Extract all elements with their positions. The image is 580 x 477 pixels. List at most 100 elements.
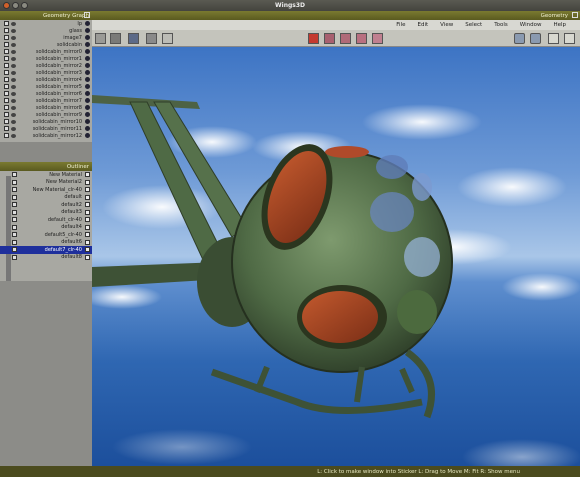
menu-item[interactable]: Select [465,22,482,28]
lock-icon[interactable] [85,49,90,54]
grid-icon[interactable] [162,33,173,44]
geometry-graph-header[interactable]: Geometry Graph [0,11,92,20]
material-list-item[interactable]: default6 [0,239,92,247]
object-list-item[interactable]: solidcabin_mirror7 [0,97,92,104]
lock-icon[interactable] [85,91,90,96]
visibility-checkbox[interactable] [4,70,9,75]
object-list-item[interactable]: solidcabin_mirror12 [0,132,92,139]
eye-icon[interactable] [11,133,16,138]
object-list-item[interactable]: Ip [0,20,92,27]
material-swatch-icon[interactable] [85,217,90,223]
lock-icon[interactable] [85,35,90,40]
visibility-checkbox[interactable] [4,91,9,96]
lock-icon[interactable] [85,84,90,89]
outliner-header[interactable]: Outliner [0,162,92,171]
eye-icon[interactable] [11,77,16,82]
visibility-checkbox[interactable] [4,105,9,110]
lock-icon[interactable] [85,56,90,61]
back-arrow-icon[interactable] [514,33,525,44]
object-list-item[interactable]: solidcabin_mirror0 [0,48,92,55]
3d-viewport[interactable] [92,47,580,466]
face-mode-icon[interactable] [128,33,139,44]
material-checkbox[interactable] [12,194,17,200]
visibility-checkbox[interactable] [4,35,9,40]
eye-icon[interactable] [11,105,16,110]
material-checkbox[interactable] [12,209,17,215]
material-list-item[interactable]: New Material_clr-40 [0,186,92,194]
object-list-item[interactable]: solidcabin_mirror2 [0,62,92,69]
material-swatch-icon[interactable] [85,247,90,253]
material-list-item[interactable]: default7_clr-40 [0,246,92,254]
lock-icon[interactable] [85,70,90,75]
eye-icon[interactable] [11,21,16,26]
material-swatch-icon[interactable] [85,172,90,178]
visibility-checkbox[interactable] [4,28,9,33]
close-window-button[interactable] [3,2,10,9]
eye-icon[interactable] [11,119,16,124]
object-list-item[interactable]: solidcabin_mirror1 [0,55,92,62]
menu-item[interactable]: Tools [494,22,508,28]
object-list-item[interactable]: image7 [0,34,92,41]
shaded-cube-icon[interactable] [356,33,367,44]
lock-icon[interactable] [85,112,90,117]
close-window-icon[interactable] [572,12,578,18]
open-file-icon[interactable] [564,33,575,44]
visibility-checkbox[interactable] [4,119,9,124]
object-list-item[interactable]: solidcabin_mirror5 [0,83,92,90]
material-checkbox[interactable] [12,224,17,230]
material-swatch-icon[interactable] [85,239,90,245]
visibility-checkbox[interactable] [4,63,9,68]
menu-item[interactable]: Window [520,22,542,28]
material-swatch-icon[interactable] [85,202,90,208]
eye-icon[interactable] [11,112,16,117]
material-list-item[interactable]: default3 [0,209,92,217]
object-list-item[interactable]: glass [0,27,92,34]
material-checkbox[interactable] [12,172,17,178]
material-swatch-icon[interactable] [85,187,90,193]
material-swatch-icon[interactable] [85,224,90,230]
menu-item[interactable]: File [396,22,405,28]
visibility-checkbox[interactable] [4,21,9,26]
material-checkbox[interactable] [12,232,17,238]
lock-icon[interactable] [85,133,90,138]
object-list-item[interactable]: solidcabin_mirror3 [0,69,92,76]
object-list-item[interactable]: solidcabin_mirror9 [0,111,92,118]
eye-icon[interactable] [11,63,16,68]
lock-icon[interactable] [85,63,90,68]
eye-icon[interactable] [11,49,16,54]
material-checkbox[interactable] [12,202,17,208]
body-mode-icon[interactable] [146,33,157,44]
lock-icon[interactable] [85,105,90,110]
wireframe-cube-icon[interactable] [324,33,335,44]
eye-icon[interactable] [11,28,16,33]
material-checkbox[interactable] [12,217,17,223]
eye-icon[interactable] [11,35,16,40]
geometry-window-header[interactable]: Geometry [92,11,580,20]
visibility-checkbox[interactable] [4,98,9,103]
visibility-checkbox[interactable] [4,77,9,82]
eye-icon[interactable] [11,98,16,103]
close-panel-icon[interactable] [84,12,90,18]
eye-icon[interactable] [11,56,16,61]
material-list-item[interactable]: default [0,194,92,202]
material-checkbox[interactable] [12,247,17,253]
visibility-checkbox[interactable] [4,133,9,138]
object-list-item[interactable]: solidcabin_mirror6 [0,90,92,97]
visibility-checkbox[interactable] [4,126,9,131]
visibility-checkbox[interactable] [4,84,9,89]
material-list-item[interactable]: New Material2 [0,179,92,187]
object-list-item[interactable]: solidcabin_mirror11 [0,125,92,132]
material-list-item[interactable]: default4 [0,224,92,232]
material-list-item[interactable]: default5_clr-40 [0,231,92,239]
eye-icon[interactable] [11,126,16,131]
eye-icon[interactable] [11,84,16,89]
menu-item[interactable]: Edit [418,22,429,28]
menu-item[interactable]: View [440,22,453,28]
material-list-item[interactable]: default8 [0,254,92,262]
material-swatch-icon[interactable] [85,232,90,238]
object-list-item[interactable]: solidcabin_mirror8 [0,104,92,111]
eye-icon[interactable] [11,70,16,75]
object-list-item[interactable]: solidcabin [0,41,92,48]
object-list-item[interactable]: solidcabin_mirror10 [0,118,92,125]
object-list-item[interactable]: solidcabin_mirror4 [0,76,92,83]
